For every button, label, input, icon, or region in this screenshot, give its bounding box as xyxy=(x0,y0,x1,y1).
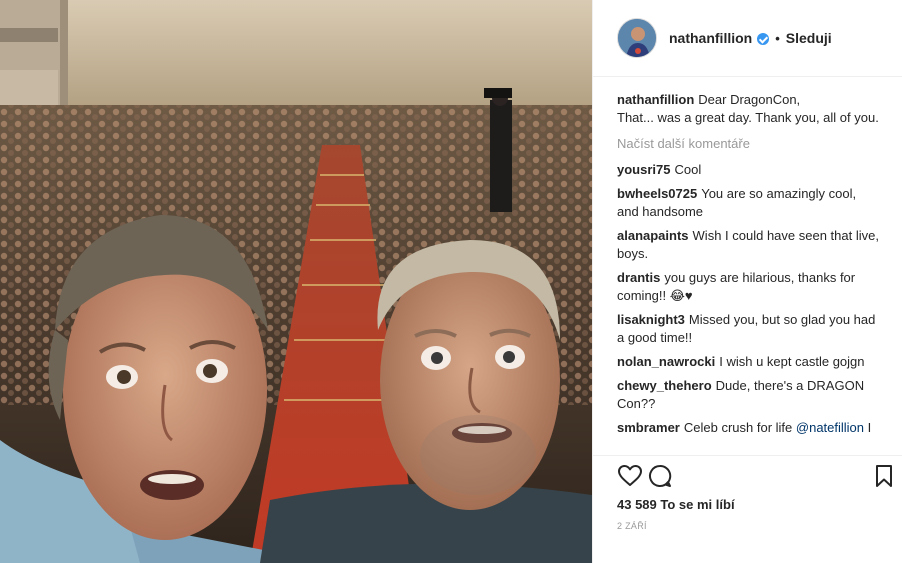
caption-username[interactable]: nathanfillion xyxy=(617,92,694,107)
comment-username[interactable]: chewy_thehero xyxy=(617,378,712,393)
comment-item: bwheels0725 You are so amazingly cool, an… xyxy=(617,185,879,221)
avatar[interactable] xyxy=(617,18,657,58)
post-sidebar: nathanfillion • Sleduji nathanfillion Dea… xyxy=(592,0,902,563)
comment-item: smbramer Celeb crush for life @natefillio… xyxy=(617,419,879,437)
post-photo[interactable] xyxy=(0,0,592,563)
header-username[interactable]: nathanfillion xyxy=(669,30,752,46)
comment-text-tail: I xyxy=(867,420,872,435)
comment-item: lisaknight3 Missed you, but so glad you h… xyxy=(617,311,879,347)
comment-text: Cool xyxy=(674,162,702,177)
comment-item: drantis you guys are hilarious, thanks fo… xyxy=(617,269,879,305)
caption-text-line1: Dear DragonCon, xyxy=(698,92,801,107)
load-more-comments-button[interactable]: Načíst další komentáře xyxy=(617,135,879,153)
follow-button[interactable]: Sleduji xyxy=(786,30,832,46)
post-header: nathanfillion • Sleduji xyxy=(593,0,902,77)
post-actions: 43 589 To se mi líbí xyxy=(593,455,902,527)
comment-text: I wish u kept castle gojgn xyxy=(719,354,865,369)
header-separator: • xyxy=(775,30,780,46)
caption-text-line2: That... was a great day. Thank you, all … xyxy=(617,110,879,125)
comment-item: nolan_nawrocki I wish u kept castle gojgn xyxy=(617,353,879,371)
heart-icon[interactable] xyxy=(617,463,643,489)
likes-number: 43 589 xyxy=(617,497,657,512)
likes-label: To se mi líbí xyxy=(660,497,735,512)
post-caption: nathanfillion Dear DragonCon, That... was… xyxy=(617,91,879,127)
avatar-image xyxy=(618,19,656,57)
comment-text: Celeb crush for life xyxy=(683,420,793,435)
comment-item: alanapaints Wish I could have seen that l… xyxy=(617,227,879,263)
comment-username[interactable]: smbramer xyxy=(617,420,680,435)
comment-username[interactable]: bwheels0725 xyxy=(617,186,697,201)
comment-username[interactable]: lisaknight3 xyxy=(617,312,685,327)
comment-item: yousri75 Cool xyxy=(617,161,879,179)
comment-username[interactable]: nolan_nawrocki xyxy=(617,354,715,369)
comment-username[interactable]: alanapaints xyxy=(617,228,689,243)
instagram-post: nathanfillion • Sleduji nathanfillion Dea… xyxy=(0,0,902,563)
comment-username[interactable]: yousri75 xyxy=(617,162,670,177)
comment-item: chewy_thehero Dude, there's a DRAGON Con?… xyxy=(617,377,879,413)
bookmark-icon[interactable] xyxy=(871,463,897,489)
action-icons xyxy=(617,463,892,489)
comment-bubble-icon[interactable] xyxy=(647,463,673,489)
comment-username[interactable]: drantis xyxy=(617,270,660,285)
comment-mention-link[interactable]: @natefillion xyxy=(796,420,864,435)
selfie-image xyxy=(0,0,592,563)
post-date[interactable]: 2 ZÁŘÍ xyxy=(617,521,647,531)
verified-badge-icon xyxy=(757,33,770,45)
comments-list[interactable]: nathanfillion Dear DragonCon, That... was… xyxy=(617,91,879,453)
likes-count[interactable]: 43 589 To se mi líbí xyxy=(617,497,735,512)
